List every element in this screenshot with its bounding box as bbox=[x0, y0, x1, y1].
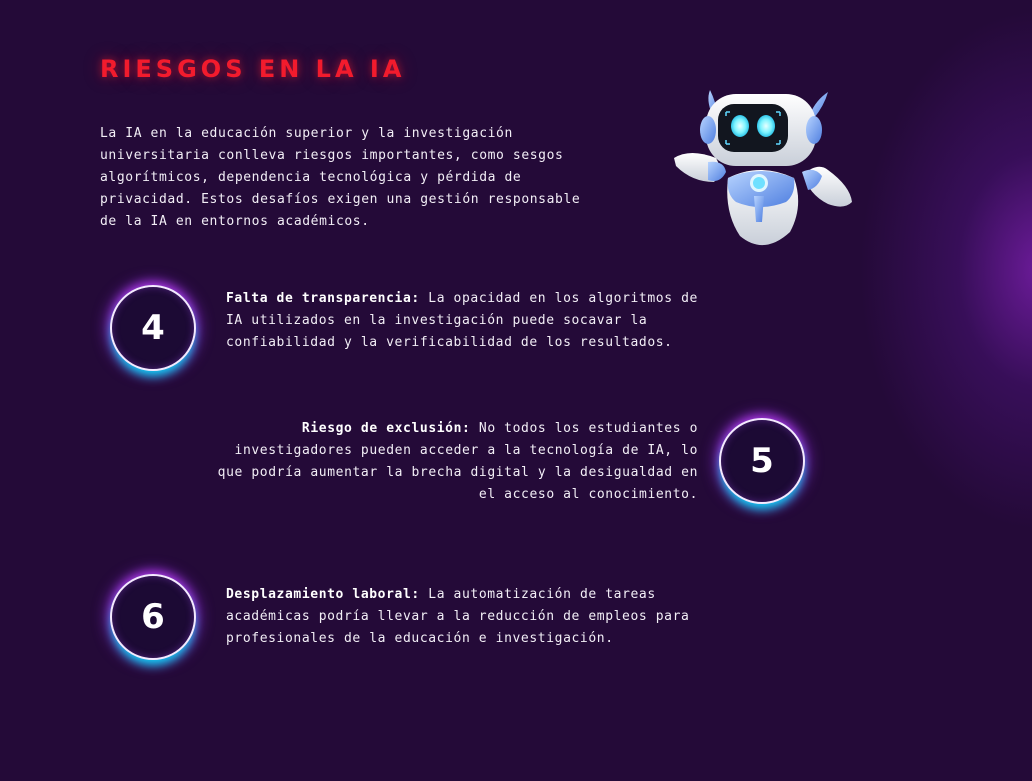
page-title: RIESGOS EN LA IA bbox=[100, 55, 406, 83]
risk-title: Desplazamiento laboral: bbox=[226, 587, 420, 602]
robot-icon bbox=[674, 90, 852, 246]
risk-number: 6 bbox=[141, 597, 165, 637]
risk-title: Falta de transparencia: bbox=[226, 291, 420, 306]
intro-paragraph: La IA en la educación superior y la inve… bbox=[100, 126, 581, 229]
risk-number: 4 bbox=[141, 308, 165, 348]
risk-title: Riesgo de exclusión: bbox=[301, 421, 471, 436]
risk-number-badge-5: 5 bbox=[719, 418, 805, 504]
risk-number: 5 bbox=[750, 441, 774, 481]
risk-item-job-displacement: Desplazamiento laboral: La automatizació… bbox=[226, 584, 706, 650]
risk-item-exclusion: Riesgo de exclusión: No todos los estudi… bbox=[215, 418, 698, 506]
risk-number-badge-4: 4 bbox=[110, 285, 196, 371]
risk-number-badge-6: 6 bbox=[110, 574, 196, 660]
risk-item-transparency: Falta de transparencia: La opacidad en l… bbox=[226, 288, 706, 354]
